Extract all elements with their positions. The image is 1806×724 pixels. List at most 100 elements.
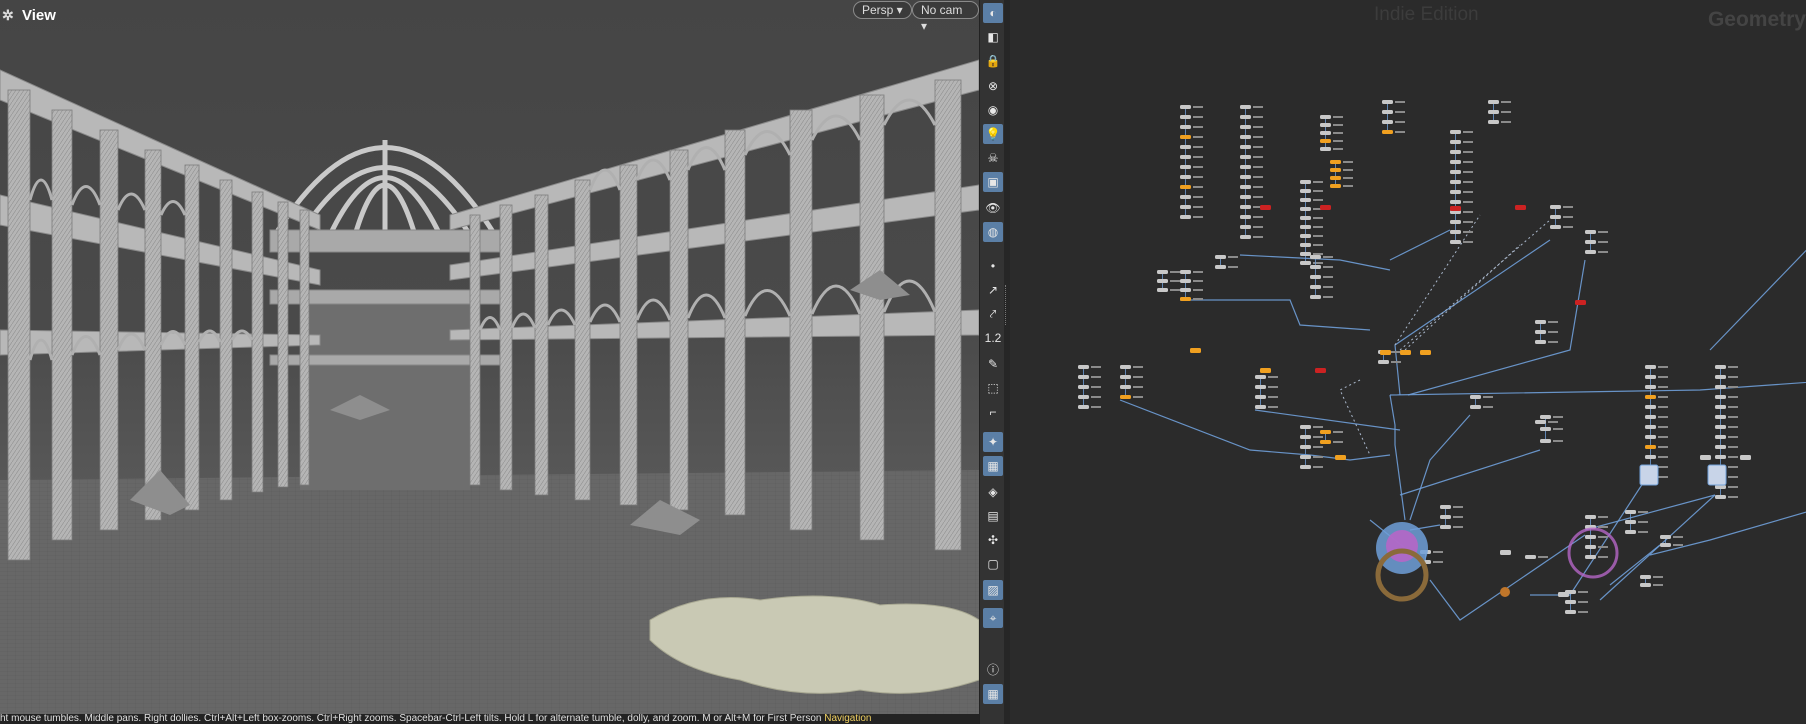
node-0-4[interactable] [1180,145,1191,149]
node-label-1-9[interactable] [1253,196,1263,198]
node-21-1[interactable] [1320,440,1331,444]
node-10-4[interactable] [1310,295,1321,299]
node-11-2[interactable] [1157,288,1168,292]
node-32-2[interactable] [1585,535,1596,539]
node-17-0[interactable] [1078,365,1089,369]
node-label-10-2[interactable] [1323,276,1333,278]
node-flag-0[interactable] [1260,205,1271,210]
node-label-2-4[interactable] [1313,217,1323,219]
node-26-1[interactable] [1440,515,1451,519]
node-flag-1[interactable] [1320,205,1331,210]
node-label-36-1[interactable] [1673,544,1683,546]
node-35-0[interactable] [1640,575,1651,579]
node-30-1[interactable] [1645,375,1656,379]
node-label-18-3[interactable] [1133,396,1143,398]
node-label-0-11[interactable] [1193,216,1203,218]
node-label-31-0[interactable] [1728,366,1738,368]
node-label-32-3[interactable] [1598,546,1608,548]
node-label-30-4[interactable] [1658,406,1668,408]
node-37-0[interactable] [1525,555,1536,559]
node-32-0[interactable] [1585,515,1596,519]
node-label-24-2[interactable] [1553,440,1563,442]
node-label-4-10[interactable] [1463,231,1473,233]
node-label-0-8[interactable] [1193,186,1203,188]
node-20-2[interactable] [1300,445,1311,449]
node-label-24-1[interactable] [1553,428,1563,430]
node-19-1[interactable] [1255,385,1266,389]
node-label-1-0[interactable] [1253,106,1263,108]
node-flag-11[interactable] [1335,455,1346,460]
node-label-30-9[interactable] [1658,456,1668,458]
node-label-19-3[interactable] [1268,406,1278,408]
node-flag-10[interactable] [1420,350,1431,355]
node-flag-14[interactable] [1500,550,1511,555]
node-label-4-5[interactable] [1463,181,1473,183]
node-31-9[interactable] [1715,455,1726,459]
node-7-3[interactable] [1330,184,1341,188]
hide-others-button[interactable]: ⊗ [983,76,1003,96]
node-26-2[interactable] [1440,525,1451,529]
node-30-4[interactable] [1645,405,1656,409]
location-button[interactable]: ⌖ [983,608,1003,628]
node-6-0[interactable] [1320,115,1331,119]
node-12-2[interactable] [1180,288,1191,292]
node-label-18-2[interactable] [1133,386,1143,388]
node-19-3[interactable] [1255,405,1266,409]
node-label-1-7[interactable] [1253,176,1263,178]
node-30-5[interactable] [1645,415,1656,419]
node-label-31-1[interactable] [1728,376,1738,378]
node-label-4-3[interactable] [1463,161,1473,163]
node-flag-9[interactable] [1400,350,1411,355]
node-31-1[interactable] [1715,375,1726,379]
node-16-0[interactable] [1535,320,1546,324]
node-17-4[interactable] [1078,405,1089,409]
uv-button[interactable]: ▤ [983,506,1003,526]
node-18-3[interactable] [1120,395,1131,399]
node-1-7[interactable] [1240,175,1251,179]
node-30-3[interactable] [1645,395,1656,399]
node-9-0[interactable] [1585,230,1596,234]
node-label-31-6[interactable] [1728,426,1738,428]
node-label-4-9[interactable] [1463,221,1473,223]
node-label-31-2[interactable] [1728,386,1738,388]
node-label-11-1[interactable] [1170,280,1180,282]
node-0-7[interactable] [1180,175,1191,179]
node-label-9-2[interactable] [1598,251,1608,253]
node-flag-4[interactable] [1575,300,1586,305]
node-label-10-4[interactable] [1323,296,1333,298]
node-1-3[interactable] [1240,135,1251,139]
node-17-1[interactable] [1078,375,1089,379]
node-label-31-10[interactable] [1728,466,1738,468]
node-12-1[interactable] [1180,279,1191,283]
node-flag-8[interactable] [1380,350,1391,355]
node-label-31-9[interactable] [1728,456,1738,458]
node-22-1[interactable] [1378,360,1389,364]
node-label-30-5[interactable] [1658,416,1668,418]
node-label-3-2[interactable] [1395,121,1405,123]
node-label-1-8[interactable] [1253,186,1263,188]
node-label-2-1[interactable] [1313,190,1323,192]
node-0-10[interactable] [1180,205,1191,209]
node-1-10[interactable] [1240,205,1251,209]
node-label-32-0[interactable] [1598,516,1608,518]
node-36-0[interactable] [1660,535,1671,539]
node-label-30-8[interactable] [1658,446,1668,448]
layout-button[interactable]: ▦ [983,684,1003,704]
node-label-30-1[interactable] [1658,376,1668,378]
node-32-3[interactable] [1585,545,1596,549]
node-label-30-0[interactable] [1658,366,1668,368]
render-preview-button[interactable]: ▣ [983,172,1003,192]
node-label-12-3[interactable] [1193,298,1203,300]
node-label-2-8[interactable] [1313,253,1323,255]
node-0-11[interactable] [1180,215,1191,219]
snap-button[interactable]: ✦ [983,432,1003,452]
node-2-3[interactable] [1300,207,1311,211]
node-30-0[interactable] [1645,365,1656,369]
divider-grip[interactable] [1005,285,1009,325]
node-label-8-2[interactable] [1563,226,1573,228]
node-label-3-0[interactable] [1395,101,1405,103]
node-18-0[interactable] [1120,365,1131,369]
node-label-18-1[interactable] [1133,376,1143,378]
node-12-0[interactable] [1180,270,1191,274]
node-label-19-1[interactable] [1268,386,1278,388]
